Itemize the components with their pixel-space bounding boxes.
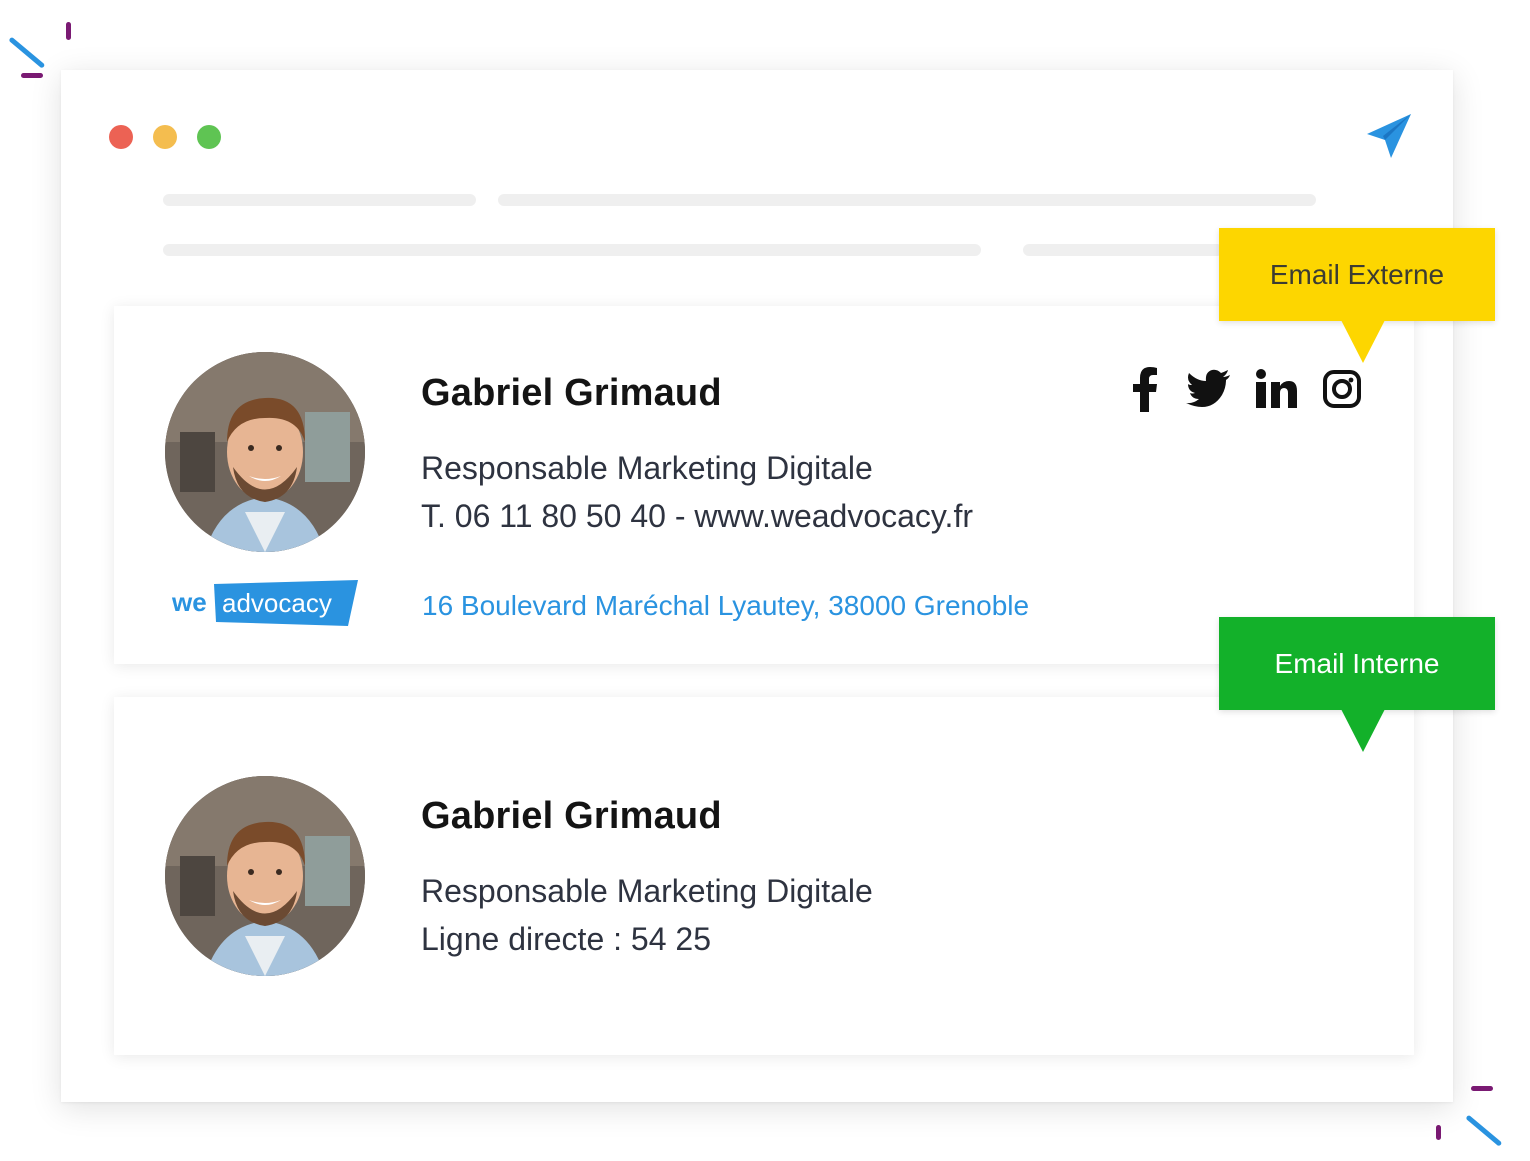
stage: Gabriel Grimaud Responsable Marketing Di… <box>0 0 1530 1161</box>
window-close-button[interactable] <box>109 125 133 149</box>
decorative-stroke <box>1471 1086 1493 1091</box>
mail-window: Gabriel Grimaud Responsable Marketing Di… <box>61 70 1453 1102</box>
placeholder-line <box>163 244 981 256</box>
placeholder-line <box>1023 244 1223 256</box>
paper-plane-icon[interactable] <box>1363 110 1415 162</box>
window-maximize-button[interactable] <box>197 125 221 149</box>
twitter-icon[interactable] <box>1186 366 1232 412</box>
weadvocacy-logo[interactable]: we advocacy <box>171 580 362 628</box>
label-email-externe-text: Email Externe <box>1219 228 1495 321</box>
signature-contact[interactable]: T. 06 11 80 50 40 - www.weadvocacy.fr <box>421 498 973 535</box>
facebook-icon[interactable] <box>1130 366 1160 412</box>
decorative-stroke <box>1465 1114 1503 1147</box>
decorative-stroke <box>8 36 46 69</box>
signature-card-externe: Gabriel Grimaud Responsable Marketing Di… <box>114 306 1414 664</box>
avatar <box>165 352 365 552</box>
callout-pointer <box>1341 709 1385 752</box>
label-email-interne-text: Email Interne <box>1219 617 1495 710</box>
window-minimize-button[interactable] <box>153 125 177 149</box>
signature-title: Responsable Marketing Digitale <box>421 873 873 909</box>
signature-address-link[interactable]: 16 Boulevard Maréchal Lyautey, 38000 Gre… <box>422 590 1029 622</box>
placeholder-line <box>163 194 476 206</box>
logo-text-we: we <box>172 587 207 617</box>
decorative-stroke <box>66 22 71 40</box>
signature-title: Responsable Marketing Digitale <box>421 450 873 486</box>
signature-card-interne: Gabriel Grimaud Responsable Marketing Di… <box>114 697 1414 1055</box>
label-email-interne: Email Interne <box>1219 617 1495 752</box>
instagram-icon[interactable] <box>1322 366 1362 412</box>
signature-name: Gabriel Grimaud <box>421 372 722 414</box>
signature-direct-line: Ligne directe : 54 25 <box>421 921 711 957</box>
signature-name: Gabriel Grimaud <box>421 795 722 837</box>
avatar <box>165 776 365 976</box>
linkedin-icon[interactable] <box>1255 366 1297 412</box>
placeholder-line <box>498 194 1316 206</box>
callout-pointer <box>1341 320 1385 363</box>
label-email-externe: Email Externe <box>1219 228 1495 363</box>
decorative-stroke <box>21 73 43 78</box>
decorative-stroke <box>1436 1125 1441 1140</box>
logo-text-advocacy: advocacy <box>222 588 332 618</box>
